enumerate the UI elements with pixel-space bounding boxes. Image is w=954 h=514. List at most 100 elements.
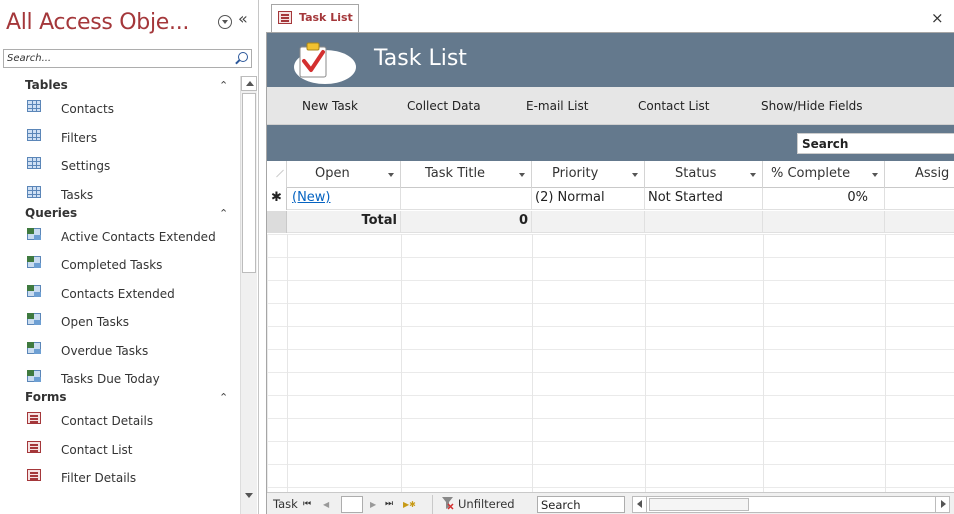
email-list-button[interactable]: E-mail List — [526, 99, 588, 113]
cell-assigned[interactable] — [885, 188, 954, 210]
nav-group-label: Tables — [25, 78, 68, 92]
datasheet: Open Task Title Priority Status % Comple… — [267, 161, 954, 492]
first-record-icon[interactable]: ⏮ — [303, 499, 311, 509]
nav-search-input[interactable] — [4, 50, 232, 67]
cell-total-status[interactable] — [645, 211, 763, 233]
new-record-link[interactable]: (New) — [292, 190, 331, 205]
column-header-label: Priority — [552, 166, 599, 181]
cell-total-assigned[interactable] — [885, 211, 954, 233]
previous-record-icon[interactable]: ◀ — [323, 500, 329, 509]
form-icon — [27, 412, 41, 424]
nav-item-completed-tasks-query[interactable]: Completed Tasks — [0, 252, 238, 281]
chevron-up-icon[interactable]: ⌃ — [219, 79, 228, 92]
query-icon — [27, 227, 41, 240]
nav-search-box — [3, 49, 252, 68]
nav-item-filter-details-form[interactable]: Filter Details — [0, 465, 238, 494]
nav-item-contacts-table[interactable]: Contacts — [0, 96, 238, 125]
nav-pane-menu-icon[interactable] — [218, 15, 232, 29]
nav-item-active-contacts-extended-query[interactable]: Active Contacts Extended — [0, 224, 238, 253]
collect-data-button[interactable]: Collect Data — [407, 99, 481, 113]
column-header-task-title[interactable]: Task Title — [401, 161, 532, 188]
query-icon — [27, 341, 41, 354]
task-clipboard-logo-icon — [294, 42, 356, 84]
form-icon — [27, 440, 41, 453]
scroll-left-arrow-icon[interactable] — [633, 497, 647, 512]
cell-priority[interactable]: (2) Normal — [532, 188, 645, 210]
dropdown-arrow-icon[interactable] — [519, 173, 525, 177]
close-icon[interactable]: × — [931, 9, 944, 27]
column-header-open[interactable]: Open — [287, 161, 401, 188]
dropdown-arrow-icon[interactable] — [632, 173, 638, 177]
filter-status[interactable]: Unfiltered — [458, 497, 515, 511]
filter-icon[interactable] — [442, 497, 454, 510]
nav-item-contacts-extended-query[interactable]: Contacts Extended — [0, 281, 238, 310]
horizontal-scrollbar[interactable] — [632, 496, 950, 513]
search-icon[interactable] — [238, 52, 248, 62]
separator — [432, 495, 433, 514]
nav-group-queries[interactable]: Queries ⌃ — [0, 204, 238, 224]
record-selector[interactable]: ✱ — [267, 188, 287, 210]
column-header-priority[interactable]: Priority — [532, 161, 645, 188]
new-task-button[interactable]: New Task — [302, 99, 358, 113]
form-title: Task List — [374, 46, 467, 71]
cell-task-title[interactable] — [401, 188, 532, 210]
nav-item-contact-details-form[interactable]: Contact Details — [0, 408, 238, 437]
cell-total-priority[interactable] — [532, 211, 645, 233]
cell-open[interactable]: (New) — [287, 188, 401, 210]
nav-item-contact-list-form[interactable]: Contact List — [0, 437, 238, 466]
scroll-right-arrow-icon[interactable] — [935, 497, 949, 512]
nav-item-label: Contact Details — [61, 414, 154, 428]
dropdown-arrow-icon[interactable] — [872, 173, 878, 177]
form-icon — [278, 11, 292, 24]
scroll-up-arrow-icon[interactable] — [241, 76, 257, 91]
record-selector[interactable] — [267, 211, 287, 233]
search-input[interactable] — [798, 134, 954, 153]
nav-item-settings-table[interactable]: Settings — [0, 153, 238, 182]
cell-total-count[interactable]: 0 — [401, 211, 532, 233]
current-record-box[interactable] — [341, 496, 363, 513]
nav-item-label: Overdue Tasks — [61, 343, 149, 358]
nav-item-label: Contacts Extended — [61, 286, 175, 301]
chevron-up-icon[interactable]: ⌃ — [219, 391, 228, 404]
select-all-selector[interactable] — [267, 161, 287, 188]
chevron-up-icon[interactable]: ⌃ — [219, 207, 228, 220]
last-record-icon[interactable]: ⏭ — [385, 499, 393, 509]
nav-item-open-tasks-query[interactable]: Open Tasks — [0, 309, 238, 338]
column-header-status[interactable]: Status — [645, 161, 763, 188]
shutter-bar-collapse-icon[interactable]: « — [238, 9, 248, 28]
contact-list-button[interactable]: Contact List — [638, 99, 709, 113]
scroll-down-arrow-icon[interactable] — [241, 489, 257, 504]
nav-item-tasks-table[interactable]: Tasks — [0, 182, 238, 204]
nav-item-overdue-tasks-query[interactable]: Overdue Tasks — [0, 338, 238, 367]
cell-total-percent[interactable] — [763, 211, 885, 233]
grid-line — [763, 234, 764, 492]
dropdown-arrow-icon[interactable] — [750, 173, 756, 177]
new-record-row[interactable]: ✱ (New) (2) Normal Not Started 0% — [267, 188, 954, 210]
nav-pane-scrollbar[interactable] — [240, 76, 257, 514]
scrollbar-thumb[interactable] — [649, 498, 749, 511]
query-icon — [27, 370, 41, 382]
grid-line — [532, 234, 533, 492]
tab-task-list[interactable]: Task List — [271, 4, 359, 32]
nav-item-label: Tasks — [61, 187, 94, 202]
query-icon — [27, 284, 41, 297]
nav-group-forms[interactable]: Forms ⌃ — [0, 388, 238, 408]
form-icon — [27, 469, 41, 481]
nav-group-tables[interactable]: Tables ⌃ — [0, 76, 238, 96]
cell-status[interactable]: Not Started — [645, 188, 763, 210]
scrollbar-thumb[interactable] — [242, 93, 256, 273]
nav-item-label: Open Tasks — [61, 315, 130, 329]
nav-item-filters-table[interactable]: Filters — [0, 125, 238, 154]
column-header-percent-complete[interactable]: % Complete — [763, 161, 885, 188]
column-header-assigned[interactable]: Assig — [885, 161, 954, 188]
show-hide-fields-button[interactable]: Show/Hide Fields — [761, 99, 863, 113]
new-record-icon[interactable]: ▶✱ — [403, 500, 416, 509]
nav-pane-title[interactable]: All Access Obje... — [6, 10, 206, 35]
search-box — [797, 133, 954, 154]
empty-grid-area — [267, 234, 954, 492]
nav-item-tasks-due-today-query[interactable]: Tasks Due Today — [0, 366, 238, 388]
cell-percent-complete[interactable]: 0% — [763, 188, 885, 210]
dropdown-arrow-icon[interactable] — [388, 173, 394, 177]
record-search-input[interactable] — [538, 497, 624, 512]
next-record-icon[interactable]: ▶ — [370, 500, 376, 509]
